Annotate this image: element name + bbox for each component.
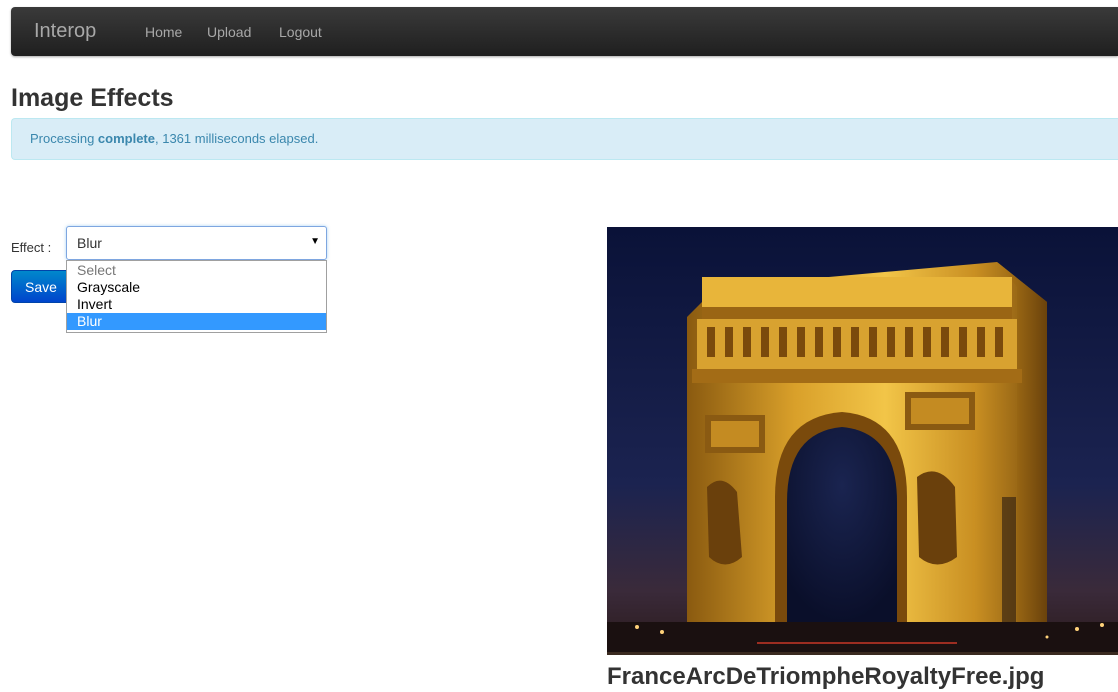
option-grayscale[interactable]: Grayscale bbox=[67, 279, 326, 296]
image-caption: FranceArcDeTriompheRoyaltyFree.jpg bbox=[607, 663, 1045, 690]
alert-suffix: , 1361 milliseconds elapsed. bbox=[155, 131, 319, 146]
nav-upload-link[interactable]: Upload bbox=[207, 24, 251, 40]
option-invert[interactable]: Invert bbox=[67, 296, 326, 313]
effect-select[interactable]: Blur ▼ bbox=[66, 226, 327, 260]
nav-logout-link[interactable]: Logout bbox=[279, 24, 322, 40]
nav-home-link[interactable]: Home bbox=[145, 24, 182, 40]
effect-label: Effect : bbox=[11, 240, 52, 255]
effect-select-value: Blur bbox=[77, 235, 102, 251]
option-select[interactable]: Select bbox=[67, 262, 326, 279]
brand-link[interactable]: Interop bbox=[34, 20, 96, 43]
effect-dropdown-list: Select Grayscale Invert Blur bbox=[66, 260, 327, 333]
alert-prefix: Processing bbox=[30, 131, 98, 146]
alert-status: complete bbox=[97, 131, 155, 146]
page-title: Image Effects bbox=[11, 84, 174, 112]
save-button[interactable]: Save bbox=[11, 270, 71, 303]
option-blur[interactable]: Blur bbox=[67, 313, 326, 330]
result-image bbox=[607, 227, 1118, 655]
status-alert: Processing complete, 1361 milliseconds e… bbox=[11, 118, 1118, 160]
chevron-down-icon: ▼ bbox=[310, 236, 320, 247]
top-navbar: Interop Home Upload Logout bbox=[11, 7, 1118, 56]
